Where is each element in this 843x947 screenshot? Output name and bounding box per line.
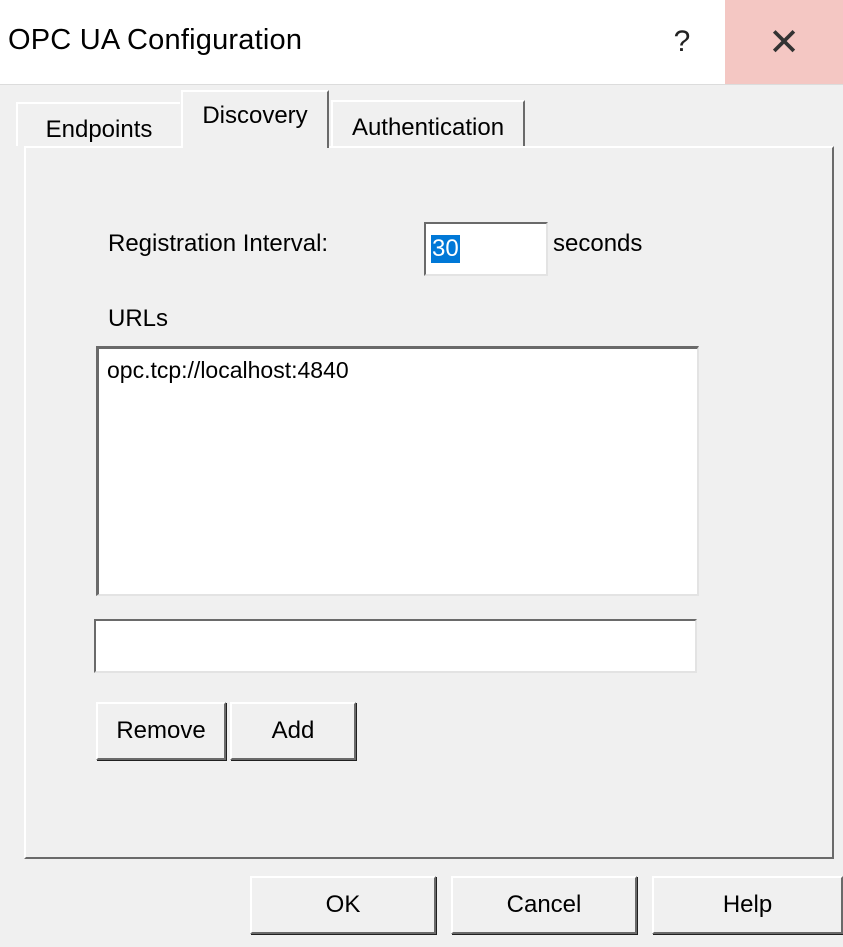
close-icon[interactable]: ✕ xyxy=(725,0,843,84)
ok-button[interactable]: OK xyxy=(250,876,436,934)
new-url-input[interactable] xyxy=(94,619,697,673)
tab-endpoints[interactable]: Endpoints xyxy=(16,102,180,146)
remove-button[interactable]: Remove xyxy=(96,702,226,760)
help-icon[interactable]: ? xyxy=(640,0,724,84)
window-title: OPC UA Configuration xyxy=(8,24,303,56)
list-item[interactable]: opc.tcp://localhost:4840 xyxy=(107,357,349,384)
registration-interval-label: Registration Interval: xyxy=(108,230,329,257)
add-button[interactable]: Add xyxy=(230,702,356,760)
registration-interval-value: 30 xyxy=(431,235,460,263)
cancel-button[interactable]: Cancel xyxy=(451,876,637,934)
tab-authentication[interactable]: Authentication xyxy=(331,100,525,146)
seconds-unit-label: seconds xyxy=(553,230,643,257)
url-list[interactable]: opc.tcp://localhost:4840 xyxy=(96,346,699,596)
title-bar: OPC UA Configuration ? ✕ xyxy=(0,0,843,85)
urls-label: URLs xyxy=(108,305,169,332)
registration-interval-input[interactable]: 30 xyxy=(424,222,548,276)
help-button[interactable]: Help xyxy=(652,876,843,934)
tab-discovery[interactable]: Discovery xyxy=(181,90,329,148)
